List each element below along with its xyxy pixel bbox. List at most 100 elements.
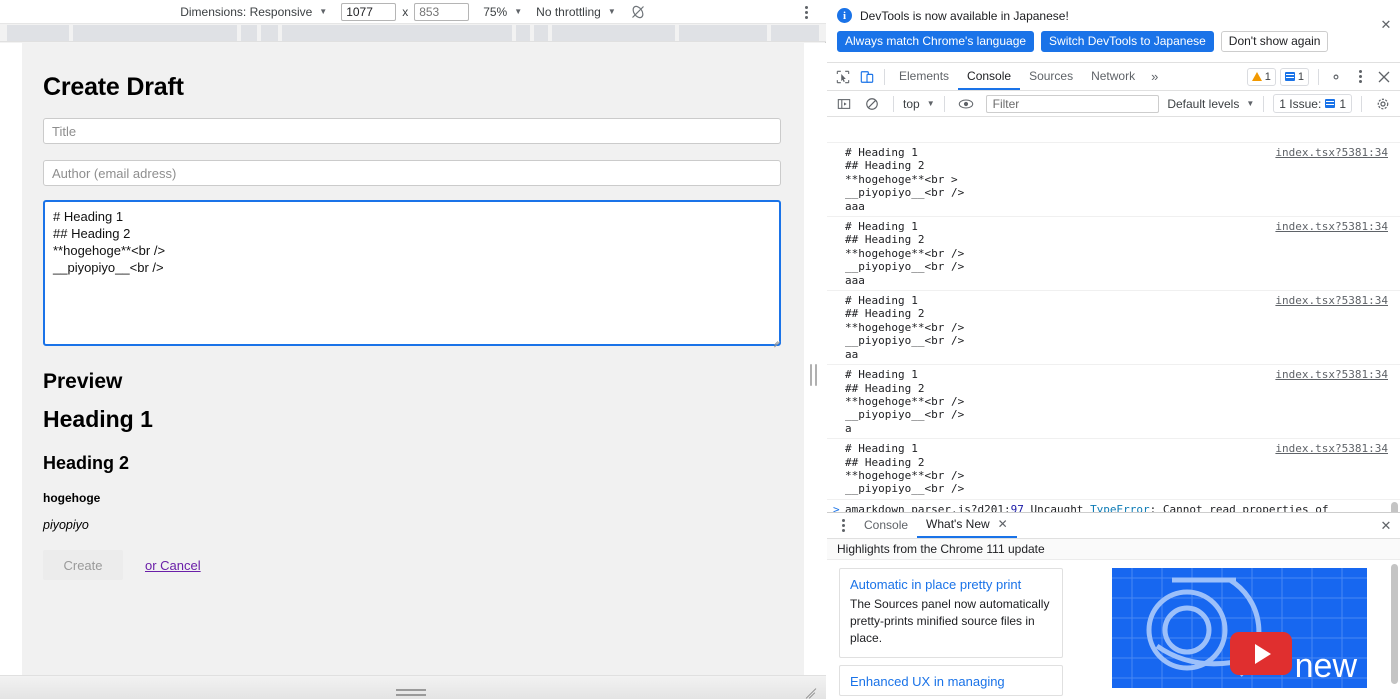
- banner-close-icon[interactable]: ✕: [1379, 17, 1393, 32]
- warnings-badge[interactable]: 1: [1246, 67, 1276, 86]
- whats-new-card[interactable]: Automatic in place pretty print The Sour…: [839, 568, 1063, 659]
- issues-badge[interactable]: 1: [1279, 67, 1309, 86]
- device-toolbar-more-button[interactable]: [798, 4, 814, 20]
- info-icon: i: [837, 8, 852, 23]
- create-button[interactable]: Create: [43, 550, 123, 580]
- preview-heading: Preview: [43, 370, 123, 393]
- chevron-down-icon: ▼: [926, 99, 935, 108]
- emulated-viewport: Create Draft # Heading 1 ## Heading 2 **…: [0, 43, 826, 675]
- devtools-drawer: Console What's New ✕ ✕ Highlights from t…: [827, 512, 1400, 699]
- horizontal-resize-handle[interactable]: [396, 688, 426, 696]
- chevron-down-icon: ▼: [319, 7, 328, 16]
- viewport-width-input[interactable]: [341, 2, 397, 21]
- console-message[interactable]: # Heading 1 ## Heading 2 **hogehoge**<br…: [827, 217, 1400, 292]
- console-settings-gear-icon[interactable]: [1371, 92, 1395, 116]
- console-source-link[interactable]: index.tsx?5381:34: [1275, 294, 1388, 307]
- console-sidebar-icon[interactable]: [832, 92, 856, 116]
- devtools-panel: i DevTools is now available in Japanese!…: [827, 0, 1400, 699]
- markdown-textarea[interactable]: # Heading 1 ## Heading 2 **hogehoge**<br…: [43, 200, 781, 346]
- close-devtools-icon[interactable]: [1372, 65, 1396, 89]
- throttling-label: No throttling: [536, 4, 601, 19]
- console-message-list[interactable]: aaa # Heading 1 ## Heading 2 **hogehoge*…: [827, 117, 1400, 512]
- device-toolbar: Dimensions: Responsive ▼ x 75% ▼ No thro…: [0, 0, 826, 24]
- console-source-link[interactable]: index.tsx?5381:34: [1275, 220, 1388, 233]
- error-message: : Cannot read properties of: [1149, 502, 1329, 512]
- throttling-select[interactable]: No throttling ▼: [536, 5, 616, 19]
- markdown-editor-wrap: # Heading 1 ## Heading 2 **hogehoge**<br…: [22, 200, 804, 348]
- console-scrollbar-thumb[interactable]: [1391, 502, 1398, 512]
- kebab-menu-icon[interactable]: [1348, 65, 1372, 89]
- dimension-separator: x: [402, 4, 409, 19]
- live-expression-icon[interactable]: [954, 92, 978, 116]
- switch-to-japanese-button[interactable]: Switch DevTools to Japanese: [1041, 31, 1214, 52]
- tab-elements[interactable]: Elements: [890, 63, 958, 90]
- viewport-height-input[interactable]: [414, 2, 470, 21]
- device-toolbar-icon[interactable]: [855, 65, 879, 89]
- corner-resize-handle[interactable]: [805, 685, 818, 699]
- youtube-play-icon[interactable]: [1230, 632, 1292, 676]
- dont-show-again-button[interactable]: Don't show again: [1220, 31, 1329, 52]
- tab-console[interactable]: Console: [958, 63, 1021, 90]
- drawer-tab-console[interactable]: Console: [855, 513, 917, 538]
- title-input[interactable]: [43, 118, 781, 144]
- preview-h2: Heading 2: [43, 453, 130, 473]
- zoom-select[interactable]: 75% ▼: [483, 5, 522, 19]
- console-toolbar: top ▼ Default levels ▼ 1 Issue: 1: [827, 91, 1400, 117]
- console-message[interactable]: # Heading 1 ## Heading 2 **hogehoge**<br…: [827, 439, 1400, 500]
- issues-button[interactable]: 1 Issue: 1: [1273, 94, 1352, 113]
- form-actions: Create or Cancel: [22, 532, 804, 580]
- console-message[interactable]: # Heading 1 ## Heading 2 **hogehoge**<br…: [827, 291, 1400, 366]
- tab-network[interactable]: Network: [1082, 63, 1144, 90]
- drawer-scrollbar[interactable]: [1391, 564, 1398, 685]
- preview-content: Heading 1 Heading 2 hogehoge piyopiyo: [22, 406, 804, 532]
- console-source-link[interactable]: index.tsx?5381:34: [1275, 146, 1388, 159]
- chevron-down-icon: ▼: [1246, 99, 1255, 108]
- log-levels-label: Default levels: [1167, 96, 1240, 111]
- console-message[interactable]: # Heading 1 ## Heading 2 **hogehoge**<br…: [827, 365, 1400, 440]
- clear-console-icon[interactable]: [860, 92, 884, 116]
- warning-triangle-icon: [1251, 72, 1262, 81]
- log-levels-select[interactable]: Default levels ▼: [1167, 97, 1254, 111]
- no-throttling-icon[interactable]: [630, 4, 646, 20]
- drawer-tab-whats-new[interactable]: What's New ✕: [917, 513, 1017, 538]
- console-filter-input[interactable]: [985, 94, 1160, 113]
- drawer-close-icon[interactable]: ✕: [1376, 516, 1396, 536]
- tab-sources[interactable]: Sources: [1020, 63, 1082, 90]
- execution-context-select[interactable]: top ▼: [903, 97, 935, 111]
- console-message[interactable]: aaa: [827, 117, 1400, 143]
- thumbnail-caption: new: [1294, 647, 1357, 686]
- more-tabs-button[interactable]: »: [1144, 69, 1165, 84]
- console-message[interactable]: # Heading 1 ## Heading 2 **hogehoge**<br…: [827, 143, 1400, 218]
- chevron-down-icon: ▼: [514, 7, 523, 16]
- console-scrollbar[interactable]: [1390, 117, 1399, 512]
- message-count: 1: [1297, 70, 1304, 83]
- cancel-link[interactable]: or Cancel: [145, 558, 201, 573]
- chevron-down-icon: ▼: [607, 7, 616, 16]
- whats-new-subtitle: Highlights from the Chrome 111 update: [827, 539, 1400, 561]
- dimensions-select[interactable]: Dimensions: Responsive ▼: [180, 5, 327, 19]
- preview-bold-text: hogehoge: [43, 491, 101, 505]
- context-label: top: [903, 96, 920, 111]
- whats-new-video-thumbnail[interactable]: new: [1112, 568, 1367, 689]
- banner-message: DevTools is now available in Japanese!: [860, 8, 1069, 23]
- warning-count: 1: [1264, 70, 1271, 83]
- console-source-link[interactable]: index.tsx?5381:34: [1275, 368, 1388, 381]
- zoom-label: 75%: [483, 4, 508, 19]
- whats-new-card-title[interactable]: Automatic in place pretty print: [850, 577, 1052, 592]
- inspect-element-icon[interactable]: [831, 65, 855, 89]
- console-error-message[interactable]: > amarkdown_parser.js?d201:97 Uncaught T…: [827, 500, 1400, 512]
- drawer-tab-close-icon[interactable]: ✕: [998, 512, 1008, 537]
- form-fields: [22, 118, 804, 186]
- preview-italic-text: piyopiyo: [43, 518, 89, 532]
- dimensions-label: Dimensions: Responsive: [180, 4, 313, 19]
- vertical-resize-handle[interactable]: [809, 363, 817, 387]
- gear-icon[interactable]: [1324, 65, 1348, 89]
- author-input[interactable]: [43, 160, 781, 186]
- expand-arrow-icon[interactable]: >: [833, 503, 840, 512]
- whats-new-card[interactable]: Enhanced UX in managing: [839, 665, 1063, 697]
- drawer-menu-icon[interactable]: [831, 514, 855, 538]
- message-icon: [1284, 72, 1295, 81]
- console-source-link[interactable]: index.tsx?5381:34: [1275, 442, 1388, 455]
- always-match-language-button[interactable]: Always match Chrome's language: [837, 31, 1035, 52]
- whats-new-card-title[interactable]: Enhanced UX in managing: [850, 674, 1052, 689]
